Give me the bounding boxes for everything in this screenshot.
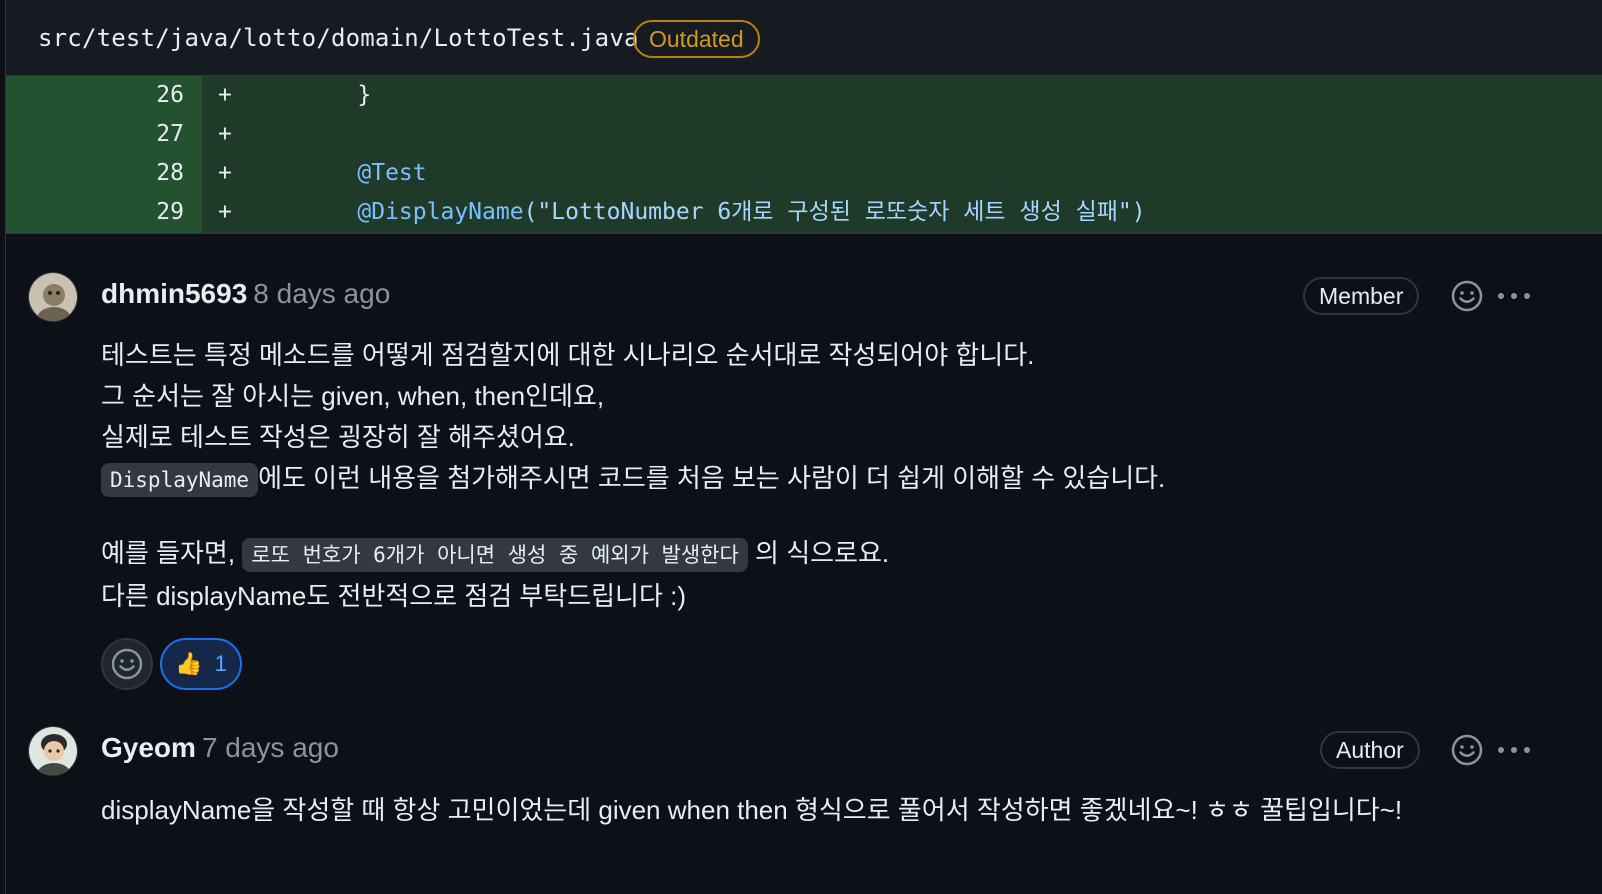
line-code: @Test (302, 160, 427, 186)
line-number[interactable]: 26 (6, 76, 184, 115)
thumbs-up-icon: 👍 (175, 651, 203, 676)
reaction-count: 1 (214, 651, 227, 676)
diff-sign: + (218, 160, 232, 186)
line-code: @DisplayName("LottoNumber 6개로 구성된 로또숫자 세… (302, 193, 1146, 232)
reaction-thumbs-up[interactable]: 👍 1 (160, 638, 242, 690)
line-code: } (302, 82, 372, 108)
comment-line: DisplayName 에도 이런 내용을 첨가해주시면 코드를 처음 보는 사람… (101, 458, 1165, 501)
comment-line: 다른 displayName도 전반적으로 점검 부탁드립니다 :) (101, 581, 687, 611)
inline-code: DisplayName (101, 463, 259, 497)
comment-text: 의 식으로요. (747, 538, 890, 568)
comment-header: dhmin5693 8 days ago (101, 278, 390, 310)
outdated-badge: Outdated (633, 20, 760, 58)
comment-text: 에도 이런 내용을 첨가해주시면 코드를 처음 보는 사람이 더 쉽게 이해할 … (258, 463, 1166, 493)
diff-line: 26 + } (6, 76, 1602, 115)
diff-line: 28 + @Test (6, 154, 1602, 193)
inline-code: 로또 번호가 6개가 아니면 생성 중 예외가 발생한다 (242, 538, 748, 572)
smiley-icon[interactable] (1450, 279, 1484, 313)
comment-body: 테스트는 특정 메소드를 어떻게 점검할지에 대한 시나리오 순서대로 작성되어… (101, 335, 1165, 617)
author-name[interactable]: dhmin5693 (101, 278, 247, 309)
code-string: ("LottoNumber 6개로 구성된 로또숫자 세트 생성 실패") (523, 199, 1146, 225)
line-number[interactable]: 27 (6, 115, 184, 154)
comment-timestamp[interactable]: 8 days ago (253, 278, 390, 309)
comment-body: displayName을 작성할 때 항상 고민이었는데 given when … (101, 790, 1402, 831)
line-number[interactable]: 29 (6, 193, 184, 232)
comment-timestamp[interactable]: 7 days ago (202, 732, 339, 763)
author-badge: Author (1320, 731, 1420, 769)
file-path-link[interactable]: src/test/java/lotto/domain/LottoTest.jav… (38, 24, 639, 52)
comment-line: 실제로 테스트 작성은 굉장히 잘 해주셨어요. (101, 422, 575, 452)
code-annotation: @DisplayName (302, 199, 524, 225)
avatar[interactable] (28, 272, 78, 322)
smiley-icon[interactable] (1450, 733, 1484, 767)
smiley-icon (111, 648, 143, 680)
diff-sign: + (218, 121, 232, 147)
diff-sign: + (218, 82, 232, 108)
kebab-horizontal-icon[interactable] (1496, 290, 1532, 302)
comment-line: 그 순서는 잘 아시는 given, when, then인데요, (101, 381, 605, 411)
comment-line: 예를 들자면, 로또 번호가 6개가 아니면 생성 중 예외가 발생한다 의 식… (101, 533, 1165, 576)
avatar[interactable] (28, 726, 78, 776)
pr-review-thread: src/test/java/lotto/domain/LottoTest.jav… (5, 0, 1602, 894)
file-header: src/test/java/lotto/domain/LottoTest.jav… (6, 0, 1602, 76)
add-reaction-button[interactable] (101, 638, 153, 690)
comment-line: displayName을 작성할 때 항상 고민이었는데 given when … (101, 795, 1403, 825)
line-number[interactable]: 28 (6, 154, 184, 193)
diff-hunk: 26 + } 27 + 28 + @Test 29 + @DisplayName… (6, 76, 1602, 234)
diff-line: 27 + (6, 115, 1602, 154)
comment-header: Gyeom 7 days ago (101, 732, 339, 764)
comment-line: 테스트는 특정 메소드를 어떻게 점검할지에 대한 시나리오 순서대로 작성되어… (101, 340, 1035, 370)
kebab-horizontal-icon[interactable] (1496, 744, 1532, 756)
diff-sign: + (218, 199, 232, 225)
author-name[interactable]: Gyeom (101, 732, 196, 763)
comment-text: 예를 들자면, (101, 538, 243, 568)
member-badge: Member (1303, 277, 1420, 315)
diff-line: 29 + @DisplayName("LottoNumber 6개로 구성된 로… (6, 193, 1602, 232)
